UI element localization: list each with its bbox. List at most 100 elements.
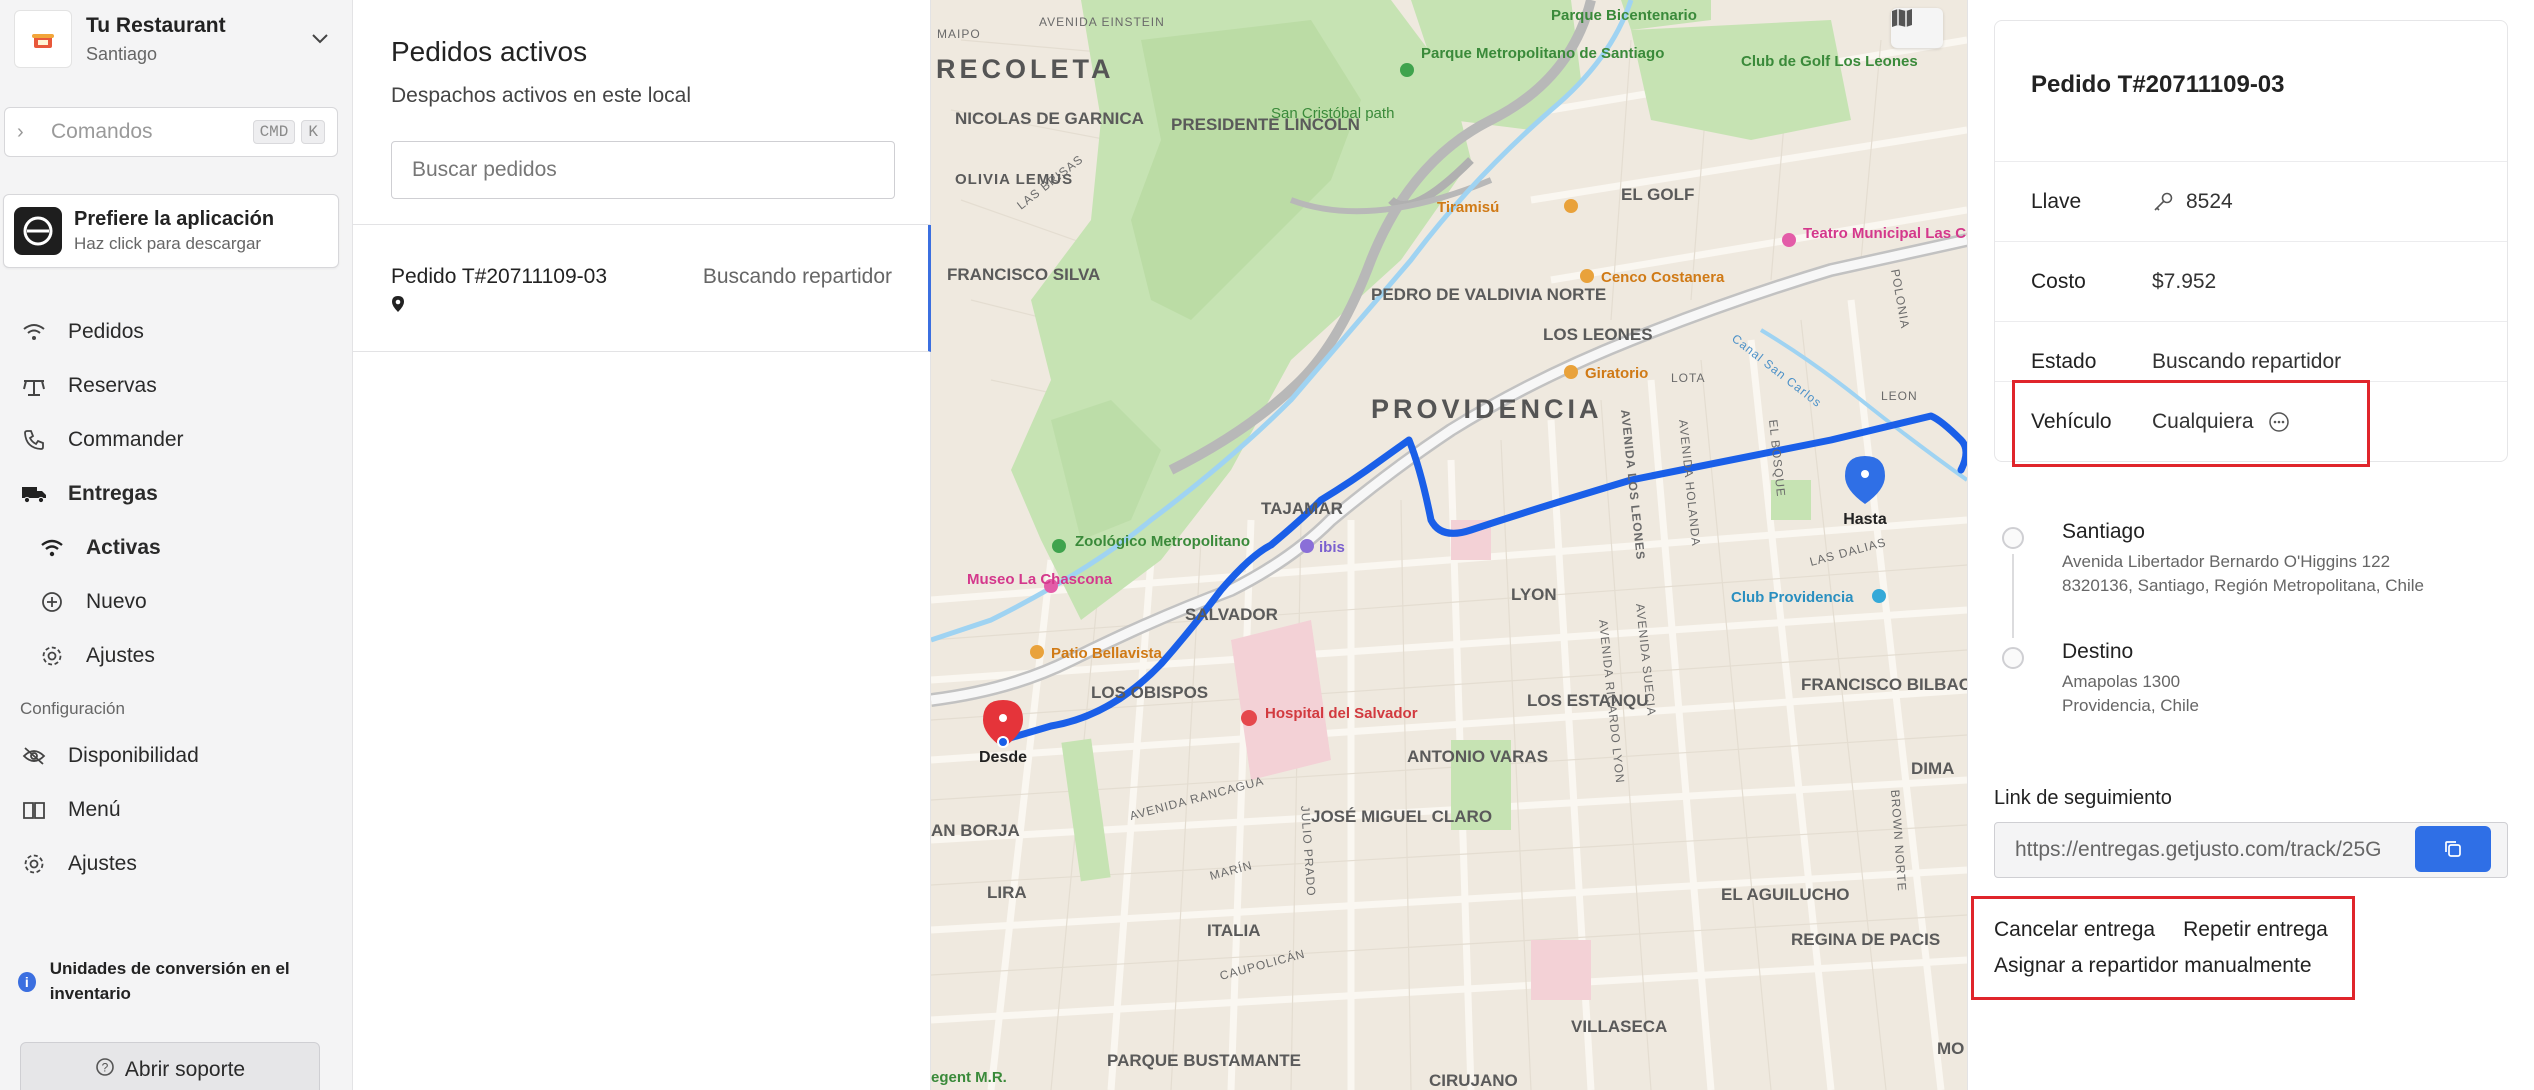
- row-key: Costo: [2031, 269, 2086, 293]
- order-id: Pedido T#20711109-03: [391, 265, 608, 288]
- map-label-valdivia: PEDRO DE VALDIVIA NORTE: [1371, 285, 1606, 304]
- highlight-box-actions: [1971, 896, 2355, 1000]
- poi-san-cristobal: San Cristóbal path: [1271, 105, 1394, 122]
- inventory-notice[interactable]: i Unidades de conversión en el inventari…: [18, 956, 338, 1006]
- row-value: $7.952: [2152, 269, 2217, 293]
- map-label-antonio-varas: ANTONIO VARAS: [1407, 747, 1548, 766]
- stop-name: Destino: [2062, 640, 2134, 663]
- sidebar: Tu Restaurant Santiago › Comandos CMD K …: [0, 0, 353, 1090]
- hotel-icon: [1300, 539, 1314, 553]
- stop-dot: [2002, 647, 2024, 669]
- order-details-panel: Pedido T#20711109-03 Llave 8524 Costo $7…: [1967, 0, 2534, 1090]
- sidebar-item-activas[interactable]: Activas: [0, 521, 353, 575]
- book-icon: [18, 794, 50, 826]
- tracking-label: Link de seguimiento: [1994, 787, 2172, 809]
- sidebar-item-label: Entregas: [68, 482, 158, 505]
- command-palette-input[interactable]: › Comandos CMD K: [4, 107, 338, 157]
- map-label-estanqu: LOS ESTANQU: [1527, 691, 1649, 710]
- sidebar-item-commander[interactable]: Commander: [0, 413, 353, 467]
- command-placeholder: Comandos: [51, 120, 153, 143]
- app-download-promo[interactable]: Prefiere la aplicación Haz click para de…: [3, 194, 339, 268]
- park-icon: [1400, 63, 1414, 77]
- sidebar-item-label: Disponibilidad: [68, 744, 199, 767]
- wifi-icon: [36, 532, 68, 564]
- page-title: Pedidos activos: [391, 36, 588, 67]
- shopping-icon: [1580, 269, 1594, 283]
- map-label-recoleta: RECOLETA: [936, 54, 1115, 84]
- sidebar-item-disponibilidad[interactable]: Disponibilidad: [0, 729, 353, 783]
- poi-teatro: Teatro Municipal Las Condes: [1803, 225, 1967, 242]
- map-label-mo: MO: [1937, 1039, 1964, 1058]
- kbd-k: K: [301, 120, 325, 144]
- map-label-bilbao: FRANCISCO BILBAO: [1801, 675, 1967, 694]
- map-type-button[interactable]: [1891, 8, 1943, 48]
- poi-museo: Museo La Chascona: [967, 571, 1113, 588]
- order-status: Buscando repartidor: [702, 265, 892, 288]
- sidebar-item-label: Nuevo: [86, 590, 147, 613]
- sidebar-item-label: Pedidos: [68, 320, 144, 343]
- tracking-url-input[interactable]: [1995, 823, 2415, 877]
- kbd-cmd: CMD: [252, 120, 296, 144]
- poi-ibis: ibis: [1319, 539, 1345, 556]
- sidebar-item-pedidos[interactable]: Pedidos: [0, 305, 353, 359]
- tracking-field: [1994, 822, 2508, 878]
- sidebar-item-label: Activas: [86, 536, 161, 559]
- order-title: Pedido T#20711109-03: [2031, 71, 2285, 98]
- map-label-villaseca: VILLASECA: [1571, 1017, 1667, 1036]
- row-value: Buscando repartidor: [2152, 349, 2342, 373]
- sidebar-item-label: Reservas: [68, 374, 157, 397]
- copy-button[interactable]: [2415, 826, 2491, 872]
- map-label-einstein: AVENIDA EINSTEIN: [1039, 15, 1165, 29]
- map-label-borja: AN BORJA: [931, 821, 1020, 840]
- map-label-bustamante: PARQUE BUSTAMANTE: [1107, 1051, 1301, 1070]
- order-row[interactable]: Pedido T#20711109-03 Buscando repartidor: [353, 225, 931, 352]
- search-input[interactable]: [391, 141, 895, 199]
- poi-club-providencia: Club Providencia: [1731, 589, 1854, 606]
- stop-connector: [2012, 554, 2014, 638]
- stop-dot: [2002, 527, 2024, 549]
- sidebar-item-label: Ajustes: [86, 644, 155, 667]
- notice-text: Unidades de conversión en el inventario: [49, 959, 290, 1003]
- question-icon: ?: [95, 1057, 115, 1083]
- config-section-label: Configuración: [20, 699, 125, 718]
- poi-hospital: Hospital del Salvador: [1265, 705, 1418, 722]
- sidebar-item-ajustes-entregas[interactable]: Ajustes: [0, 629, 353, 683]
- stop-address-line1: Avenida Libertador Bernardo O'Higgins 12…: [2062, 552, 2391, 571]
- gear-icon: [36, 640, 68, 672]
- map-label-providencia: PROVIDENCIA: [1371, 394, 1603, 424]
- restaurant-name: Tu Restaurant: [86, 13, 226, 37]
- copy-icon: [2443, 839, 2463, 859]
- orders-panel: Pedidos activos Despachos activos en est…: [353, 0, 931, 1090]
- poi-parque-metropolitano: Parque Metropolitano de Santiago: [1421, 45, 1664, 62]
- sidebar-item-entregas[interactable]: Entregas: [0, 467, 353, 521]
- stop-address-line2: Providencia, Chile: [2062, 696, 2200, 715]
- sidebar-item-reservas[interactable]: Reservas: [0, 359, 353, 413]
- map-label-lira: LIRA: [987, 883, 1027, 902]
- sidebar-item-menu[interactable]: Menú: [0, 783, 353, 837]
- open-support-button[interactable]: ? Abrir soporte: [20, 1042, 320, 1090]
- map-label-aguilucho: EL AGUILUCHO: [1721, 885, 1849, 904]
- map-label-silva: FRANCISCO SILVA: [947, 265, 1100, 284]
- row-costo: Costo $7.952: [1995, 241, 2507, 321]
- zoo-icon: [1052, 539, 1066, 553]
- sport-icon: [1872, 589, 1886, 603]
- sidebar-item-nuevo[interactable]: Nuevo: [0, 575, 353, 629]
- map-label-maipo: MAIPO: [937, 27, 981, 41]
- food-icon: [1564, 199, 1578, 213]
- highlight-box-vehicle: [2012, 380, 2370, 467]
- map-label-dima: DIMA: [1911, 759, 1954, 778]
- map-label-jose-miguel: JOSÉ MIGUEL CLARO: [1311, 807, 1492, 826]
- poi-cenco: Cenco Costanera: [1601, 269, 1725, 286]
- map-label-el-golf: EL GOLF: [1621, 185, 1694, 204]
- map-label-leon: LEON: [1881, 389, 1918, 403]
- info-icon: i: [18, 972, 36, 992]
- sidebar-item-label: Ajustes: [68, 852, 137, 875]
- page-subtitle: Despachos activos en este local: [391, 84, 691, 107]
- delivery-map[interactable]: RECOLETA PROVIDENCIA NICOLAS DE GARNICA …: [931, 0, 1967, 1090]
- sidebar-item-ajustes[interactable]: Ajustes: [0, 837, 353, 891]
- map-label-lota: LOTA: [1671, 371, 1705, 385]
- chevron-down-icon[interactable]: [306, 25, 334, 53]
- theater-icon: [1782, 233, 1796, 247]
- hospital-icon: [1241, 710, 1257, 726]
- restaurant-switcher[interactable]: Tu Restaurant Santiago: [14, 8, 334, 70]
